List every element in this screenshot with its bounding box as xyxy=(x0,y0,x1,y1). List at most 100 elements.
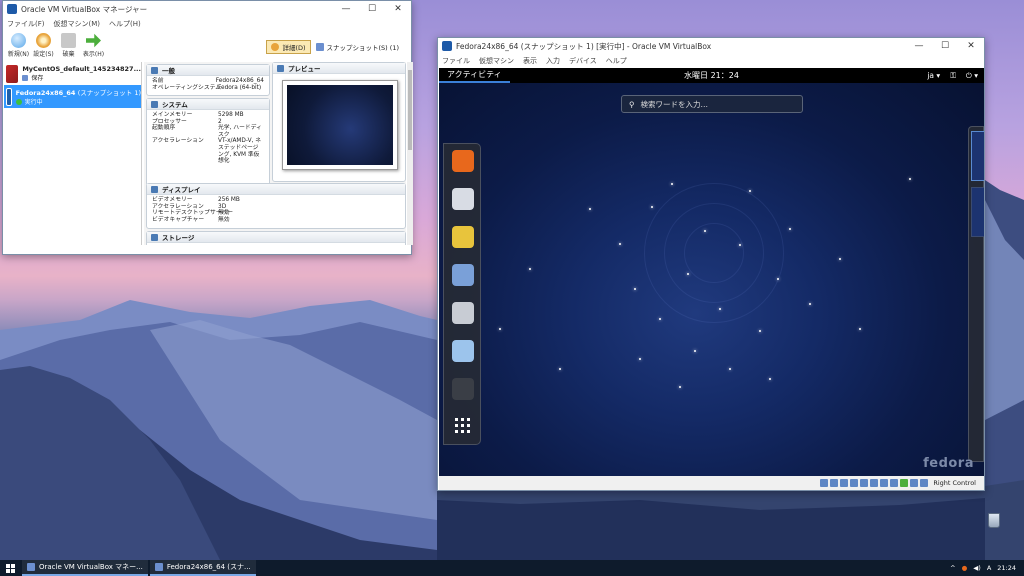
star xyxy=(769,378,771,380)
video-capture-icon[interactable] xyxy=(890,479,899,487)
software-icon[interactable] xyxy=(452,340,474,362)
shared-folder-icon[interactable] xyxy=(870,479,879,487)
settings-button[interactable]: 設定(S) xyxy=(31,33,56,58)
display-icon xyxy=(151,185,158,193)
detail-value: 256 MB xyxy=(218,197,240,203)
taskbar-item-manager[interactable]: Oracle VM VirtualBox マネー... xyxy=(22,560,148,576)
keyboard-icon[interactable] xyxy=(920,479,929,487)
detail-value: Fedora24x86_64 xyxy=(215,78,264,84)
menu-help[interactable]: ヘルプ xyxy=(606,56,627,66)
detail-key: ビデオキャプチャー xyxy=(152,216,205,223)
wallpaper-swirl xyxy=(684,223,744,283)
snapshot-button-label: スナップショット(S) (1) xyxy=(326,44,399,52)
vm-titlebar[interactable]: Fedora24x86_64 (スナップショット 1) [実行中] - Orac… xyxy=(438,38,984,54)
detail-value: Fedora (64-bit) xyxy=(218,84,262,91)
display-icon[interactable] xyxy=(880,479,889,487)
vm-item-mycentos[interactable]: MyCentOS_default_145234827... 保存 xyxy=(4,62,141,85)
menu-file[interactable]: ファイル(F) xyxy=(7,19,45,29)
storage-panel: ストレージ xyxy=(146,231,406,245)
virtualbox-manager-window[interactable]: Oracle VM VirtualBox マネージャー — ☐ ✕ ファイル(F… xyxy=(2,0,413,255)
menu-help[interactable]: ヘルプ(H) xyxy=(109,19,141,29)
general-header[interactable]: 一般 xyxy=(162,65,175,75)
storage-header[interactable]: ストレージ xyxy=(162,232,194,242)
mouse-integration-icon[interactable] xyxy=(910,479,919,487)
cpu-icon[interactable] xyxy=(900,479,909,487)
host-key-label: Right Control xyxy=(933,479,976,487)
rhythmbox-icon[interactable] xyxy=(452,226,474,248)
workspace-switcher[interactable] xyxy=(968,126,984,462)
taskbar-item-vm[interactable]: Fedora24x86_64 (スナ... xyxy=(149,560,256,576)
details-button[interactable]: 詳細(D) xyxy=(266,40,311,54)
workspace-thumbnail[interactable] xyxy=(971,131,984,181)
ime-indicator[interactable]: A xyxy=(987,564,991,572)
display-panel: ディスプレイ ビデオメモリー 256 MB アクセラレーション 3D リモートデスク… xyxy=(146,183,406,229)
hard-disk-icon[interactable] xyxy=(820,479,829,487)
details-button-label: 詳細(D) xyxy=(282,44,306,52)
manager-menubar: ファイル(F) 仮想マシン(M) ヘルプ(H) xyxy=(3,17,411,30)
audio-icon[interactable] xyxy=(840,479,849,487)
close-button[interactable]: ✕ xyxy=(958,38,984,54)
menu-machine[interactable]: 仮想マシン xyxy=(479,56,514,66)
photos-icon[interactable] xyxy=(452,264,474,286)
virtualbox-icon xyxy=(154,563,163,571)
display-header[interactable]: ディスプレイ xyxy=(162,184,201,194)
system-header[interactable]: システム xyxy=(162,99,188,109)
dash xyxy=(443,143,481,445)
details-scrollbar[interactable] xyxy=(407,62,413,245)
firefox-tray-icon[interactable]: ● xyxy=(962,564,968,572)
search-placeholder: 検索ワードを入力… xyxy=(640,99,709,109)
terminal-icon[interactable] xyxy=(452,378,474,400)
menu-machine[interactable]: 仮想マシン(M) xyxy=(54,19,101,29)
show-button-label: 表示(H) xyxy=(82,51,105,58)
usb-icon[interactable] xyxy=(860,479,869,487)
show-apps-icon[interactable] xyxy=(455,418,471,434)
vm-window-title: Fedora24x86_64 (スナップショット 1) [実行中] - Orac… xyxy=(456,41,712,51)
star xyxy=(619,243,621,245)
workspace-thumbnail[interactable] xyxy=(971,187,984,237)
detail-value: 3D xyxy=(218,203,227,210)
close-button[interactable]: ✕ xyxy=(385,1,411,17)
star xyxy=(859,328,861,330)
maximize-button[interactable]: ☐ xyxy=(359,1,385,17)
network-adapter-icon[interactable] xyxy=(850,479,859,487)
menu-devices[interactable]: デバイス xyxy=(569,56,597,66)
taskbar-clock[interactable]: 21:24 xyxy=(997,564,1016,572)
recycle-bin-icon[interactable] xyxy=(986,512,1002,530)
show-arrow-icon xyxy=(86,33,101,48)
vm-item-fedora[interactable]: Fedora24x86_64 (スナップショット 1) 実行中 xyxy=(4,85,141,108)
detail-value: 無効 xyxy=(218,210,230,217)
guest-screen[interactable]: アクティビティ 水曜日 21：24 ja ▾ ⚿ ⏻ ▾ ⚲ 検索ワードを入力… xyxy=(439,68,984,477)
clock-icon[interactable] xyxy=(452,188,474,210)
vm-menubar: ファイル 仮想マシン 表示 入力 デバイス ヘルプ xyxy=(438,54,984,67)
preview-header[interactable]: プレビュー xyxy=(288,63,321,73)
vm-window[interactable]: Fedora24x86_64 (スナップショット 1) [実行中] - Orac… xyxy=(437,37,985,491)
optical-drive-icon[interactable] xyxy=(830,479,839,487)
discard-button[interactable]: 破棄 xyxy=(56,33,81,58)
firefox-icon[interactable] xyxy=(452,150,474,172)
preview-icon xyxy=(277,64,284,72)
files-icon[interactable] xyxy=(452,302,474,324)
minimize-button[interactable]: — xyxy=(906,38,932,54)
maximize-button[interactable]: ☐ xyxy=(932,38,958,54)
search-input[interactable]: ⚲ 検索ワードを入力… xyxy=(621,95,803,113)
snapshot-button[interactable]: スナップショット(S) (1) xyxy=(315,42,399,52)
tray-expand-icon[interactable]: ^ xyxy=(950,564,955,572)
star xyxy=(777,278,779,280)
settings-button-label: 設定(S) xyxy=(33,51,54,58)
new-button[interactable]: 新規(N) xyxy=(6,33,31,58)
system-panel: システム メインメモリー 5298 MB プロセッサー 2 起動順序 光学, ハードデ… xyxy=(146,98,270,186)
virtualbox-icon xyxy=(27,563,35,571)
taskbar: Oracle VM VirtualBox マネー... Fedora24x86_… xyxy=(0,560,1024,576)
menu-file[interactable]: ファイル xyxy=(442,56,470,66)
manager-titlebar[interactable]: Oracle VM VirtualBox マネージャー — ☐ ✕ xyxy=(3,1,411,17)
start-button[interactable] xyxy=(0,560,20,576)
minimize-button[interactable]: — xyxy=(333,1,359,17)
clock[interactable]: 水曜日 21：24 xyxy=(439,70,984,81)
star xyxy=(589,208,591,210)
menu-input[interactable]: 入力 xyxy=(546,56,560,66)
show-button[interactable]: 表示(H) xyxy=(81,33,106,58)
detail-key: 起動順序 xyxy=(152,125,176,132)
menu-view[interactable]: 表示 xyxy=(523,56,537,66)
volume-icon[interactable]: ◀) xyxy=(973,564,981,572)
vm-state: 保存 xyxy=(31,75,44,82)
